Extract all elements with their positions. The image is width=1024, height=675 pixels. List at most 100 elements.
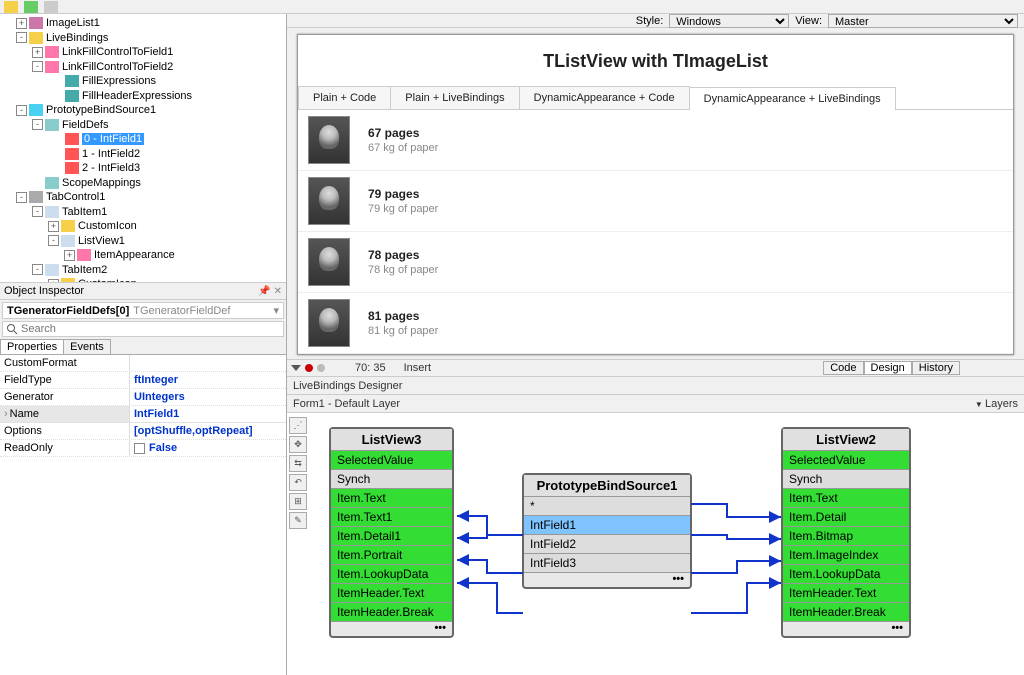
- tree-expand-icon[interactable]: +: [48, 221, 59, 232]
- list-item[interactable]: 79 pages79 kg of paper: [298, 171, 1013, 232]
- list-item[interactable]: 81 pages81 kg of paper: [298, 293, 1013, 354]
- tree-expand-icon[interactable]: -: [32, 264, 43, 275]
- property-row[interactable]: FieldTypeftInteger: [0, 372, 286, 389]
- node-field[interactable]: ItemHeader.Text: [331, 584, 452, 603]
- form-tab[interactable]: DynamicAppearance + LiveBindings: [689, 87, 896, 110]
- style-combo[interactable]: Windows: [669, 14, 789, 28]
- listview[interactable]: 67 pages67 kg of paper79 pages79 kg of p…: [298, 110, 1013, 354]
- tree-item[interactable]: -LiveBindings: [4, 31, 286, 46]
- node-field[interactable]: SelectedValue: [331, 451, 452, 470]
- property-grid[interactable]: CustomFormatFieldTypeftIntegerGeneratorU…: [0, 355, 286, 675]
- toolbar-icon-2[interactable]: [24, 1, 38, 13]
- node-field[interactable]: Item.Detail: [783, 508, 909, 527]
- tree-expand-icon[interactable]: -: [32, 61, 43, 72]
- property-row[interactable]: NameIntField1: [0, 406, 286, 423]
- tree-expand-icon[interactable]: -: [16, 192, 27, 203]
- tree-item[interactable]: 0 - IntField1: [4, 132, 286, 147]
- tree-expand-icon[interactable]: +: [16, 18, 27, 29]
- property-value[interactable]: [optShuffle,optRepeat]: [130, 423, 286, 439]
- property-row[interactable]: GeneratorUIntegers: [0, 389, 286, 406]
- property-row[interactable]: Options[optShuffle,optRepeat]: [0, 423, 286, 440]
- tree-expand-icon[interactable]: -: [32, 206, 43, 217]
- tree-item[interactable]: -TabControl1: [4, 190, 286, 205]
- node-field[interactable]: Item.LookupData: [331, 565, 452, 584]
- property-row[interactable]: ReadOnlyFalse: [0, 440, 286, 457]
- tree-item[interactable]: -ListView1: [4, 234, 286, 249]
- node-field[interactable]: Item.Text: [783, 489, 909, 508]
- tree-item[interactable]: +LinkFillControlToField1: [4, 45, 286, 60]
- view-combo[interactable]: Master: [828, 14, 1018, 28]
- tree-expand-icon[interactable]: -: [48, 235, 59, 246]
- oi-search-input[interactable]: [21, 323, 280, 335]
- tab-code[interactable]: Code: [823, 361, 863, 375]
- lb-tool-4[interactable]: ↶: [289, 474, 307, 491]
- oi-tab-properties[interactable]: Properties: [0, 339, 64, 354]
- tree-item[interactable]: -LinkFillControlToField2: [4, 60, 286, 75]
- property-value[interactable]: IntField1: [130, 406, 286, 422]
- run-icon[interactable]: [291, 365, 301, 371]
- list-item[interactable]: 67 pages67 kg of paper: [298, 110, 1013, 171]
- node-more-icon[interactable]: •••: [783, 622, 909, 636]
- lb-tool-5[interactable]: ⊞: [289, 493, 307, 510]
- tree-item[interactable]: 1 - IntField2: [4, 147, 286, 162]
- tab-history[interactable]: History: [912, 361, 960, 375]
- node-more-icon[interactable]: •••: [331, 622, 452, 636]
- node-field[interactable]: Item.Detail1: [331, 527, 452, 546]
- node-listview3[interactable]: ListView3SelectedValueSynchItem.TextItem…: [329, 427, 454, 638]
- tree-item[interactable]: -TabItem2: [4, 263, 286, 278]
- property-value[interactable]: False: [130, 440, 286, 456]
- form-tabcontrol[interactable]: Plain + CodePlain + LiveBindingsDynamicA…: [298, 86, 1013, 110]
- lb-tool-3[interactable]: ⇆: [289, 455, 307, 472]
- property-row[interactable]: CustomFormat: [0, 355, 286, 372]
- node-field[interactable]: ItemHeader.Text: [783, 584, 909, 603]
- oi-pin-icons[interactable]: 📌 ✕: [258, 286, 282, 297]
- node-listview2[interactable]: ListView2SelectedValueSynchItem.TextItem…: [781, 427, 911, 638]
- tree-item[interactable]: +CustomIcon: [4, 219, 286, 234]
- node-field[interactable]: ItemHeader.Break: [331, 603, 452, 622]
- list-item[interactable]: 78 pages78 kg of paper: [298, 232, 1013, 293]
- tree-item[interactable]: +ImageList1: [4, 16, 286, 31]
- node-field[interactable]: SelectedValue: [783, 451, 909, 470]
- tree-item[interactable]: ScopeMappings: [4, 176, 286, 191]
- form-tab[interactable]: DynamicAppearance + Code: [519, 86, 690, 109]
- tree-expand-icon[interactable]: -: [16, 105, 27, 116]
- tree-item[interactable]: -FieldDefs: [4, 118, 286, 133]
- node-field[interactable]: Synch: [331, 470, 452, 489]
- lb-tool-6[interactable]: ✎: [289, 512, 307, 529]
- tree-expand-icon[interactable]: +: [32, 47, 43, 58]
- lb-tool-2[interactable]: ✥: [289, 436, 307, 453]
- form-designer[interactable]: TListView with TImageList Plain + CodePl…: [287, 28, 1024, 359]
- tree-item[interactable]: -PrototypeBindSource1: [4, 103, 286, 118]
- node-field[interactable]: *: [524, 497, 690, 516]
- form-tab[interactable]: Plain + Code: [298, 86, 391, 109]
- toolbar-icon-3[interactable]: [44, 1, 58, 13]
- tree-item[interactable]: +ItemAppearance: [4, 248, 286, 263]
- tree-item[interactable]: -TabItem1: [4, 205, 286, 220]
- breakpoint-icon[interactable]: [305, 364, 313, 372]
- node-field[interactable]: IntField1: [524, 516, 690, 535]
- tree-expand-icon[interactable]: -: [32, 119, 43, 130]
- layers-dropdown[interactable]: Layers: [975, 398, 1018, 410]
- node-field[interactable]: IntField3: [524, 554, 690, 573]
- tab-design[interactable]: Design: [864, 361, 912, 375]
- lb-tool-1[interactable]: ⋰: [289, 417, 307, 434]
- tree-item[interactable]: FillExpressions: [4, 74, 286, 89]
- node-field[interactable]: Synch: [783, 470, 909, 489]
- oi-tab-events[interactable]: Events: [63, 339, 111, 354]
- node-field[interactable]: Item.LookupData: [783, 565, 909, 584]
- property-value[interactable]: ftInteger: [130, 372, 286, 388]
- node-more-icon[interactable]: •••: [524, 573, 690, 587]
- tree-expand-icon[interactable]: -: [16, 32, 27, 43]
- tree-item[interactable]: 2 - IntField3: [4, 161, 286, 176]
- chevron-down-icon[interactable]: ▾: [273, 304, 279, 317]
- node-field[interactable]: IntField2: [524, 535, 690, 554]
- node-field[interactable]: Item.ImageIndex: [783, 546, 909, 565]
- node-field[interactable]: ItemHeader.Break: [783, 603, 909, 622]
- property-value[interactable]: [130, 355, 286, 371]
- bookmark-icon[interactable]: [317, 364, 325, 372]
- structure-tree[interactable]: +ImageList1-LiveBindings+LinkFillControl…: [0, 14, 286, 282]
- toolbar-icon-1[interactable]: [4, 1, 18, 13]
- node-field[interactable]: Item.Bitmap: [783, 527, 909, 546]
- form-tab[interactable]: Plain + LiveBindings: [390, 86, 519, 109]
- tree-expand-icon[interactable]: +: [64, 250, 75, 261]
